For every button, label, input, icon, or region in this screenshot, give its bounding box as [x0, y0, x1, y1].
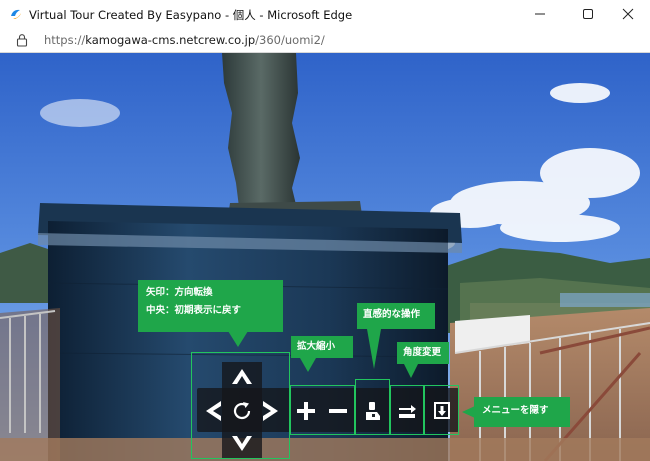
hide-menu-button[interactable]: [426, 397, 457, 425]
arrows-callout-pointer: [228, 331, 248, 347]
maximize-icon: [583, 9, 593, 19]
hide-down-icon: [433, 402, 450, 419]
pan-left-button[interactable]: [200, 397, 228, 425]
angle-callout: 角度変更: [397, 342, 449, 364]
minimize-icon: [535, 13, 545, 15]
window-title: Virtual Tour Created By Easypano - 個人 - …: [29, 8, 353, 22]
hide-menu-callout-label: メニューを隠す: [482, 405, 549, 416]
easypano-app-icon: [11, 9, 21, 19]
pan-right-button[interactable]: [256, 397, 284, 425]
arrows-callout-line2: 中央：初期表示に戻す: [146, 305, 242, 317]
pan-up-button[interactable]: [228, 364, 256, 390]
arrow-right-icon: [263, 401, 278, 421]
address-bar[interactable]: https://kamogawa-cms.netcrew.co.jp/360/u…: [0, 28, 650, 53]
gyroscope-icon: [365, 402, 380, 420]
panorama-viewport[interactable]: 矢印：方向転換 中央：初期表示に戻す 拡大縮小 直感的な操作 角度変更 メニュー…: [0, 53, 650, 461]
arrows-callout: 矢印：方向転換 中央：初期表示に戻す: [138, 280, 283, 332]
url-text[interactable]: https://kamogawa-cms.netcrew.co.jp/360/u…: [44, 33, 325, 47]
zoom-callout: 拡大縮小: [291, 336, 353, 358]
gyro-callout: 直感的な操作: [357, 303, 435, 329]
angle-callout-pointer: [404, 364, 418, 378]
reset-view-button[interactable]: [228, 397, 256, 425]
gyro-button[interactable]: [358, 397, 387, 425]
arrows-callout-line1: 矢印：方向転換: [146, 287, 213, 298]
url-host: kamogawa-cms.netcrew.co.jp: [85, 33, 256, 47]
zoom-callout-label: 拡大縮小: [297, 341, 336, 352]
minus-icon: [329, 409, 347, 413]
zoom-in-button[interactable]: [292, 397, 320, 425]
url-scheme: https://: [44, 33, 86, 47]
angle-callout-label: 角度変更: [403, 347, 442, 358]
close-button[interactable]: [606, 0, 650, 28]
arrow-up-icon: [232, 369, 252, 384]
gyro-callout-pointer: [367, 329, 381, 369]
gyro-callout-label: 直感的な操作: [363, 309, 421, 320]
zoom-callout-pointer: [300, 358, 316, 372]
maximize-button[interactable]: [566, 0, 610, 28]
arrow-left-icon: [206, 401, 221, 421]
close-icon: [622, 8, 634, 20]
angle-change-button[interactable]: [392, 397, 422, 425]
lock-icon[interactable]: [15, 33, 29, 47]
rotate-reset-icon: [233, 402, 251, 420]
hide-menu-callout: メニューを隠す: [474, 397, 570, 427]
minimize-button[interactable]: [518, 0, 562, 28]
title-bar: Virtual Tour Created By Easypano - 個人 - …: [0, 0, 650, 28]
hide-menu-callout-pointer: [462, 406, 475, 418]
arrow-down-icon: [232, 436, 252, 451]
zoom-out-button[interactable]: [324, 397, 352, 425]
plus-icon: [297, 402, 315, 420]
swap-arrows-icon: [399, 405, 416, 418]
url-path: /360/uomi2/: [255, 33, 325, 47]
pan-down-button[interactable]: [228, 429, 256, 457]
